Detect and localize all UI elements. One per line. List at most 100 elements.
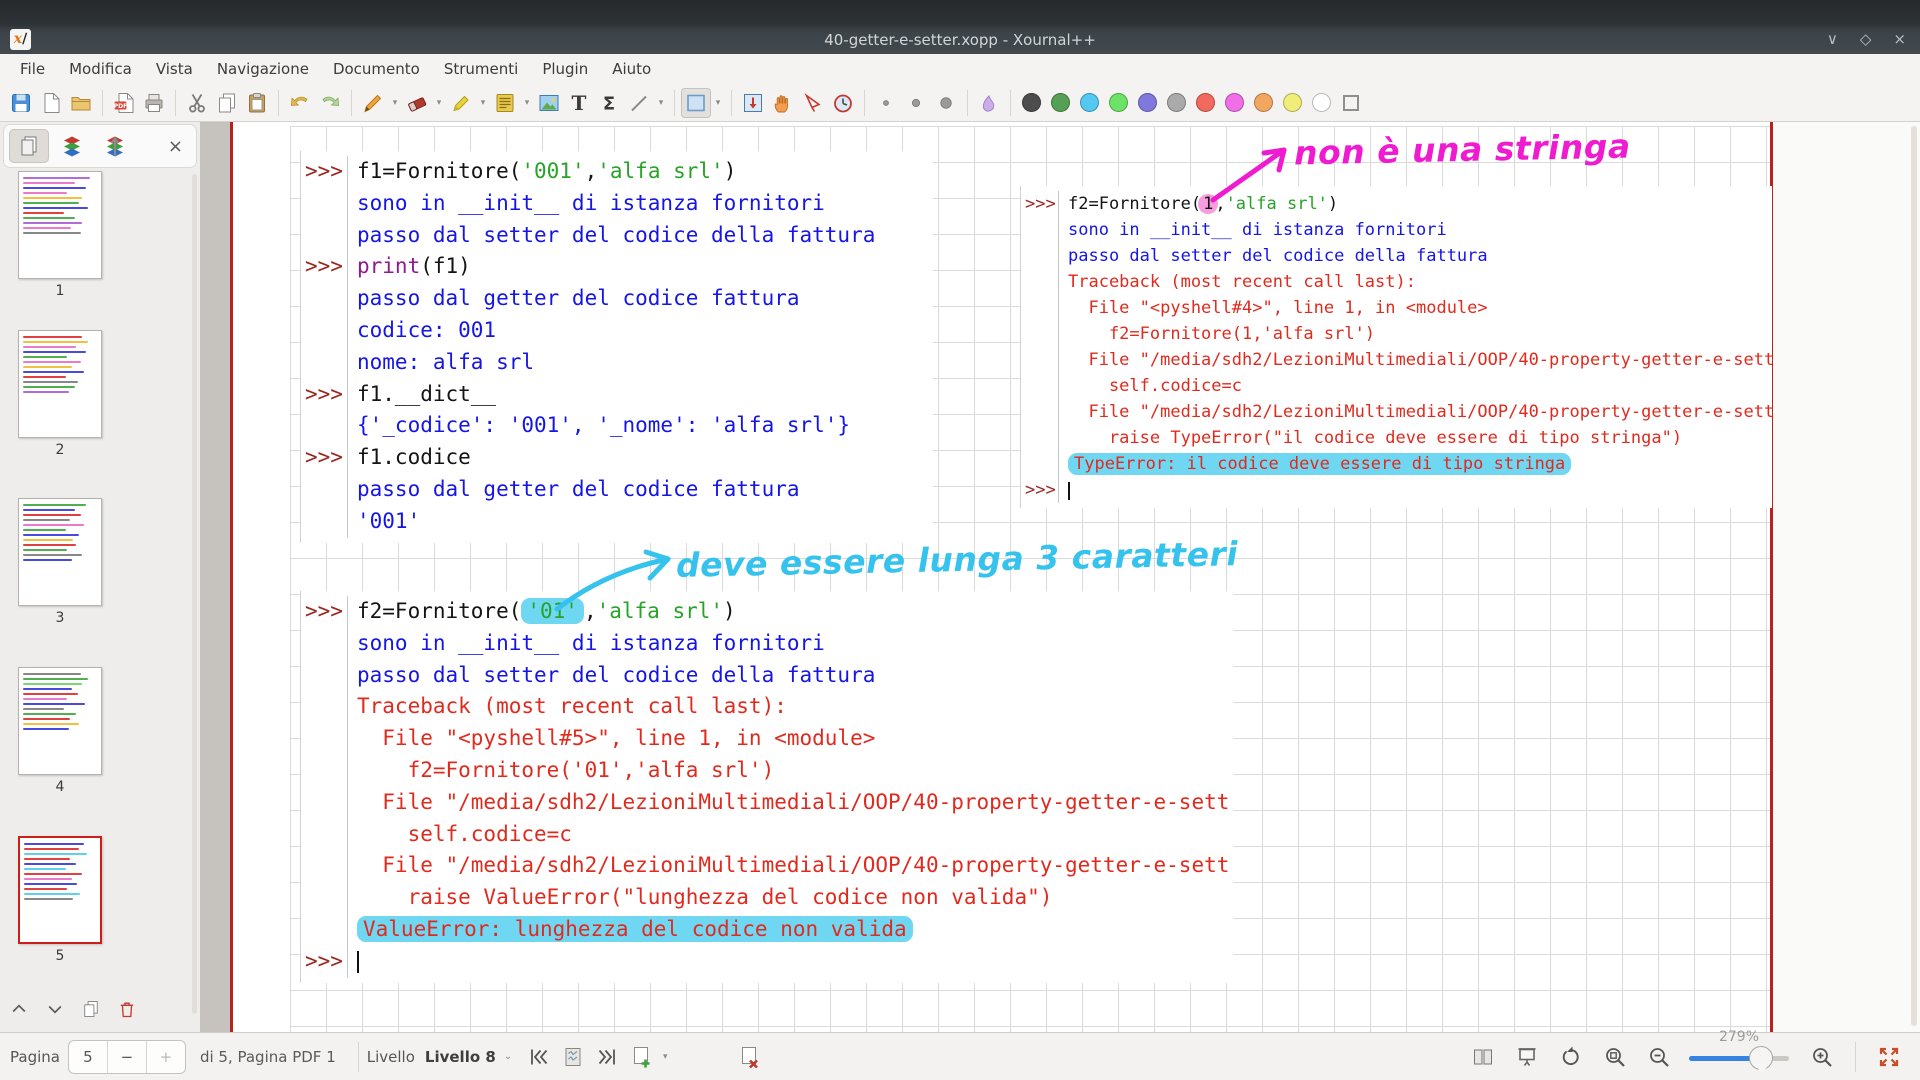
menu-strumenti[interactable]: Strumenti (432, 60, 530, 78)
reset-zoom-button[interactable] (1554, 1041, 1588, 1073)
cut-button[interactable] (182, 88, 212, 118)
duplicate-page-button[interactable] (78, 996, 104, 1022)
page-decrement-button[interactable]: − (108, 1041, 146, 1073)
color-swatch-2[interactable] (1080, 93, 1099, 112)
shape-line-dropdown[interactable]: ▾ (655, 98, 667, 108)
page-thumbnail-3[interactable] (18, 498, 102, 606)
text-font-button[interactable] (490, 88, 520, 118)
layer-select-value[interactable]: Livello 8 (425, 1048, 496, 1066)
pen-dropdown[interactable]: ▾ (389, 98, 401, 108)
text-button[interactable]: T (564, 88, 594, 118)
timer-button[interactable] (828, 88, 858, 118)
color-swatch-8[interactable] (1254, 93, 1273, 112)
fill-transparency-button[interactable] (974, 88, 1004, 118)
page-thumbnail-5[interactable] (18, 836, 102, 944)
color-swatch-7[interactable] (1225, 93, 1244, 112)
pasted-screenshot-shell-1[interactable]: >>>f1=Fornitore('001','alfa srl')sono in… (300, 151, 933, 543)
minimize-button[interactable]: ∨ (1827, 28, 1838, 50)
size-small-button[interactable] (871, 88, 901, 118)
save-button[interactable] (6, 88, 36, 118)
eraser-button[interactable] (402, 88, 432, 118)
copy-button[interactable] (212, 88, 242, 118)
trash-button[interactable] (114, 996, 140, 1022)
menu-aiuto[interactable]: Aiuto (600, 60, 663, 78)
annotated-page-button[interactable] (556, 1041, 590, 1073)
pen-button[interactable] (358, 88, 388, 118)
chevron-down-button[interactable] (42, 996, 68, 1022)
color-swatch-10[interactable] (1312, 93, 1331, 112)
dual-page-button[interactable] (1466, 1041, 1500, 1073)
undo-button[interactable] (285, 88, 315, 118)
code-text: print(f1) (348, 251, 471, 283)
open-folder-button[interactable] (66, 88, 96, 118)
redo-button[interactable] (315, 88, 345, 118)
add-page-icon (629, 1045, 653, 1069)
size-large-button[interactable] (931, 88, 961, 118)
toolbar-separator (1010, 90, 1011, 116)
color-picker-button[interactable] (1336, 88, 1366, 118)
page-thumbnail-4[interactable] (18, 667, 102, 775)
zoom-slider-thumb[interactable] (1749, 1046, 1773, 1070)
image-button[interactable] (534, 88, 564, 118)
highlighter-dropdown[interactable]: ▾ (477, 98, 489, 108)
menu-file[interactable]: File (8, 60, 57, 78)
fullscreen-button[interactable] (1872, 1041, 1906, 1073)
color-swatch-3[interactable] (1109, 93, 1128, 112)
hand-button[interactable] (768, 88, 798, 118)
print-button[interactable] (139, 88, 169, 118)
paste-button[interactable] (242, 88, 272, 118)
color-swatch-5[interactable] (1167, 93, 1186, 112)
eraser-dropdown[interactable]: ▾ (433, 98, 445, 108)
zoom-fit-button[interactable] (1598, 1041, 1632, 1073)
last-page-button[interactable] (590, 1041, 624, 1073)
menu-documento[interactable]: Documento (321, 60, 432, 78)
sidebar-tab-layers[interactable] (52, 129, 92, 163)
presentation-button[interactable] (1510, 1041, 1544, 1073)
page-number-value[interactable]: 5 (69, 1041, 107, 1073)
laser-pointer-button[interactable] (798, 88, 828, 118)
canvas-gutter (200, 122, 230, 1032)
export-pdf-button[interactable]: PDF (109, 88, 139, 118)
color-swatch-4[interactable] (1138, 93, 1157, 112)
chevron-up-button[interactable] (6, 996, 32, 1022)
thumbnail-content-line (23, 361, 81, 363)
delete-page-button[interactable] (732, 1041, 766, 1073)
select-rect-dropdown[interactable]: ▾ (712, 98, 724, 108)
page-thumbnail-1[interactable] (18, 171, 102, 279)
shape-line-button[interactable] (624, 88, 654, 118)
new-file-button[interactable] (36, 88, 66, 118)
maximize-button[interactable]: ◇ (1860, 28, 1872, 50)
text-font-dropdown[interactable]: ▾ (521, 98, 533, 108)
close-button[interactable]: × (1893, 28, 1906, 50)
sidebar-tab-page-preview[interactable] (9, 129, 49, 163)
sidebar-scrollbar[interactable] (192, 174, 197, 1014)
code-text: File "/media/sdh2/LezioniMultimediali/OO… (1059, 347, 1772, 373)
page-thumbnail-2[interactable] (18, 330, 102, 438)
color-swatch-0[interactable] (1022, 93, 1041, 112)
sidebar-close-icon[interactable]: × (168, 136, 183, 157)
menu-vista[interactable]: Vista (144, 60, 205, 78)
color-swatch-9[interactable] (1283, 93, 1302, 112)
canvas-scrollbar[interactable] (1911, 126, 1917, 1026)
color-swatch-1[interactable] (1051, 93, 1070, 112)
highlighter-button[interactable] (446, 88, 476, 118)
zoom-in-button[interactable] (1805, 1041, 1839, 1073)
first-page-button[interactable] (522, 1041, 556, 1073)
menu-plugin[interactable]: Plugin (530, 60, 600, 78)
zoom-slider[interactable]: 279% (1689, 1041, 1789, 1073)
pasted-screenshot-shell-2[interactable]: >>>f2=Fornitore(1,'alfa srl')sono in __i… (1020, 186, 1772, 508)
layer-dropdown-icon[interactable]: ⌄ (504, 1051, 512, 1062)
vertical-space-button[interactable] (738, 88, 768, 118)
add-page-button[interactable] (624, 1041, 658, 1073)
menu-modifica[interactable]: Modifica (57, 60, 144, 78)
color-swatch-6[interactable] (1196, 93, 1215, 112)
add-page-dropdown[interactable]: ▾ (659, 1052, 671, 1062)
page-increment-button[interactable]: + (147, 1041, 185, 1073)
size-medium-button[interactable] (901, 88, 931, 118)
zoom-out-button[interactable] (1642, 1041, 1676, 1073)
select-rect-button[interactable] (681, 88, 711, 118)
menu-navigazione[interactable]: Navigazione (205, 60, 321, 78)
sidebar-tab-layer-navigation[interactable] (95, 129, 135, 163)
math-tex-button[interactable]: Σ (594, 88, 624, 118)
pasted-screenshot-shell-3[interactable]: >>>f2=Fornitore('01','alfa srl')sono in … (300, 591, 1233, 983)
